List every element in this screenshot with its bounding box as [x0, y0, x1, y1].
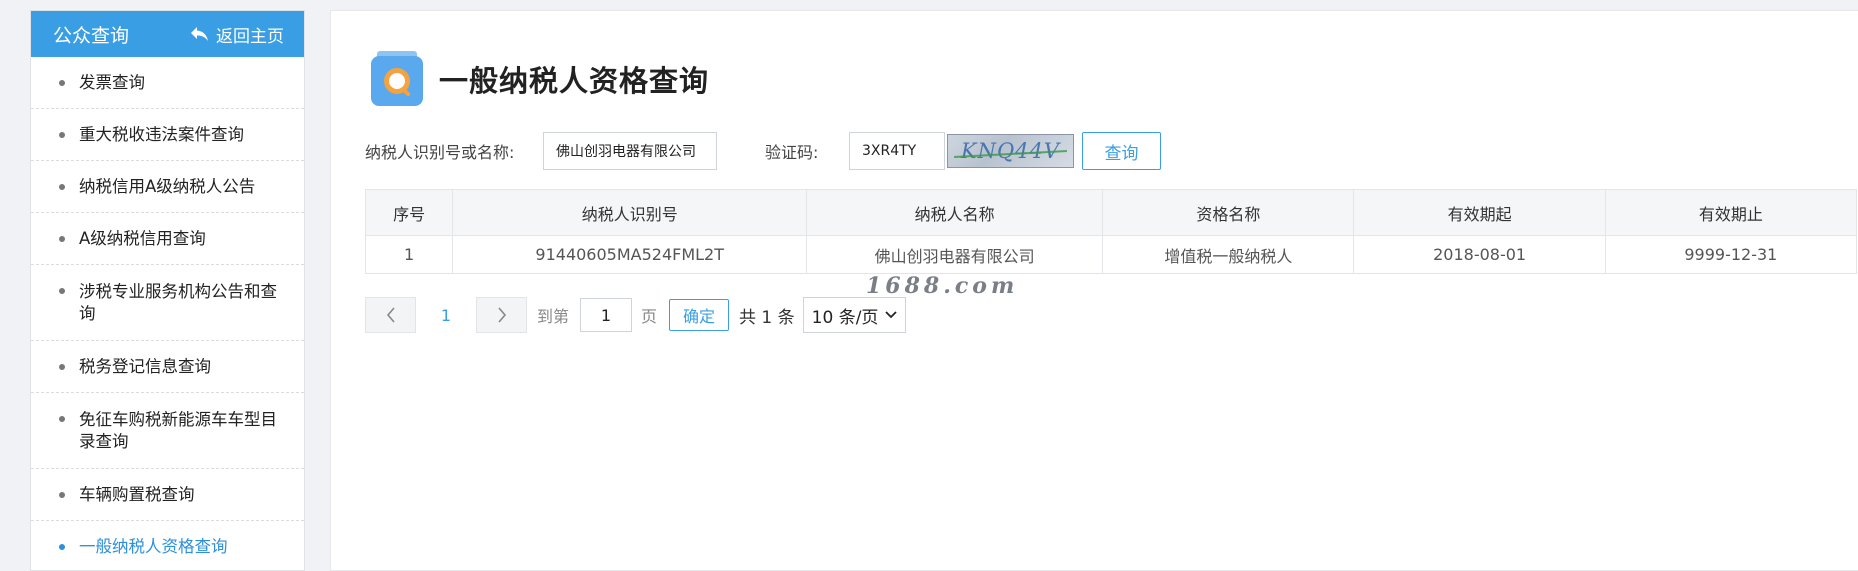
header-taxpayer-id: 纳税人识别号 — [452, 189, 808, 236]
goto-label: 到第 — [537, 307, 570, 326]
header-index: 序号 — [364, 189, 454, 236]
bullet-icon — [59, 184, 65, 190]
chevron-right-icon — [497, 307, 506, 323]
cell-valid-from: 2018-08-01 — [1353, 235, 1606, 274]
page-size-select[interactable]: 10 条/页 — [802, 297, 906, 333]
sidebar-item-label: 涉税专业服务机构公告和查询 — [79, 282, 277, 323]
chevron-down-icon — [885, 311, 897, 319]
bullet-icon — [59, 80, 65, 86]
taxpayer-input[interactable]: 佛山创羽电器有限公司 — [543, 132, 717, 170]
page-title: 一般纳税人资格查询 — [439, 63, 710, 98]
sidebar: 公众查询 返回主页 发票查询 重大税收违法案件查询 纳税信用A级纳税人公告 A级… — [30, 10, 305, 571]
reply-arrow-icon — [191, 27, 208, 41]
header-qualification: 资格名称 — [1102, 189, 1355, 236]
sidebar-item-a-level-credit-query[interactable]: A级纳税信用查询 — [31, 213, 304, 265]
bullet-icon — [59, 288, 65, 294]
sidebar-item-vehicle-purchase-tax[interactable]: 车辆购置税查询 — [31, 469, 304, 521]
cell-index: 1 — [364, 235, 454, 274]
header-valid-from: 有效期起 — [1353, 189, 1606, 236]
chevron-left-icon — [386, 307, 395, 323]
bullet-icon — [59, 544, 65, 550]
cell-taxpayer-id: 91440605MA524FML2T — [452, 235, 808, 274]
main-panel: 一般纳税人资格查询 纳税人识别号或名称: 佛山创羽电器有限公司 验证码: 3XR… — [330, 10, 1858, 571]
sidebar-item-major-violation-query[interactable]: 重大税收违法案件查询 — [31, 109, 304, 161]
sidebar-item-a-level-announcement[interactable]: 纳税信用A级纳税人公告 — [31, 161, 304, 213]
sidebar-item-registration-query[interactable]: 税务登记信息查询 — [31, 341, 304, 393]
sidebar-title: 公众查询 — [53, 24, 130, 47]
query-button[interactable]: 查询 — [1082, 132, 1161, 170]
query-form: 纳税人识别号或名称: 佛山创羽电器有限公司 验证码: 3XR4TY KNQ44V… — [365, 131, 1161, 171]
goto-page-input[interactable]: 1 — [580, 298, 633, 332]
bullet-icon — [59, 416, 65, 422]
sidebar-item-label: 一般纳税人资格查询 — [79, 537, 228, 556]
home-link[interactable]: 返回主页 — [190, 22, 284, 47]
table-row: 1 91440605MA524FML2T 佛山创羽电器有限公司 增值税一般纳税人… — [364, 235, 1858, 274]
pagination: 1 到第 1 页 确定 共 1 条 10 条/页 — [365, 297, 906, 333]
sidebar-item-label: 重大税收违法案件查询 — [79, 125, 244, 144]
sidebar-item-label: 税务登记信息查询 — [79, 357, 211, 376]
confirm-button[interactable]: 确定 — [669, 299, 730, 331]
cell-valid-to: 9999-12-31 — [1604, 235, 1858, 274]
sidebar-item-label: 车辆购置税查询 — [79, 485, 195, 504]
captcha-image[interactable]: KNQ44V — [947, 134, 1074, 168]
page-size-value: 10 条/页 — [811, 307, 879, 328]
sidebar-item-label: 纳税信用A级纳税人公告 — [79, 177, 256, 196]
bullet-icon — [59, 364, 65, 370]
sidebar-item-label: 发票查询 — [79, 73, 145, 92]
sidebar-item-label: A级纳税信用查询 — [79, 229, 206, 248]
sidebar-item-new-energy-vehicle[interactable]: 免征车购税新能源车车型目录查询 — [31, 393, 304, 469]
sidebar-item-invoice-query[interactable]: 发票查询 — [31, 57, 304, 109]
header-taxpayer-name: 纳税人名称 — [806, 189, 1104, 236]
bullet-icon — [59, 132, 65, 138]
sidebar-item-general-taxpayer[interactable]: 一般纳税人资格查询 — [31, 521, 304, 571]
captcha-input[interactable]: 3XR4TY — [849, 132, 945, 170]
captcha-label: 验证码: — [765, 143, 819, 162]
bullet-icon — [59, 492, 65, 498]
prev-page-button[interactable] — [365, 297, 416, 333]
header-valid-to: 有效期止 — [1604, 189, 1858, 236]
home-link-label: 返回主页 — [216, 26, 284, 47]
next-page-button[interactable] — [476, 297, 527, 333]
total-count: 共 1 条 — [739, 307, 795, 328]
taxpayer-label: 纳税人识别号或名称: — [365, 143, 515, 162]
cell-taxpayer-name: 佛山创羽电器有限公司 — [806, 235, 1104, 274]
page-header: 一般纳税人资格查询 — [371, 51, 709, 106]
bullet-icon — [59, 236, 65, 242]
result-table: 序号 纳税人识别号 纳税人名称 资格名称 有效期起 有效期止 1 9144060… — [364, 189, 1858, 274]
table-header-row: 序号 纳税人识别号 纳税人名称 资格名称 有效期起 有效期止 — [364, 189, 1858, 236]
sidebar-item-label: 免征车购税新能源车车型目录查询 — [79, 410, 277, 451]
sidebar-header: 公众查询 返回主页 — [31, 11, 304, 57]
cell-qualification: 增值税一般纳税人 — [1102, 235, 1355, 274]
search-document-icon — [371, 51, 423, 106]
page-number-current[interactable]: 1 — [416, 306, 476, 325]
sidebar-item-service-agency[interactable]: 涉税专业服务机构公告和查询 — [31, 265, 304, 341]
watermark: 1688.com — [866, 273, 1019, 299]
goto-suffix: 页 — [641, 307, 658, 326]
sidebar-menu: 发票查询 重大税收违法案件查询 纳税信用A级纳税人公告 A级纳税信用查询 涉税专… — [31, 57, 304, 571]
